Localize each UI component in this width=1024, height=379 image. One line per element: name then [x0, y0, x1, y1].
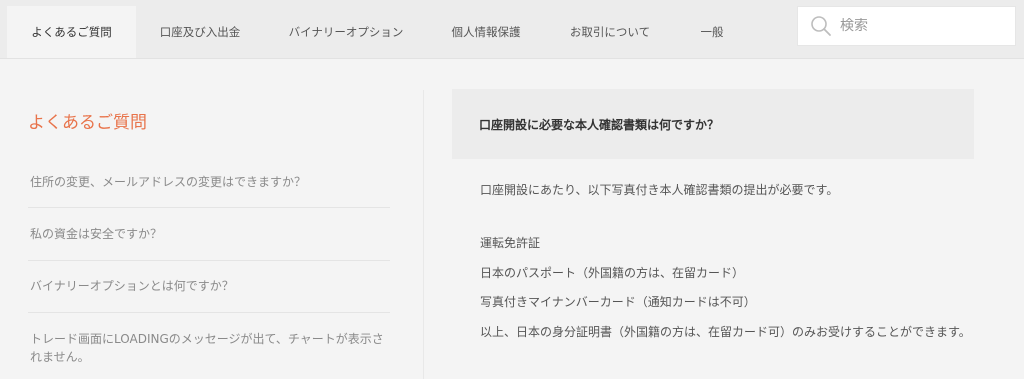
- tab-general[interactable]: 一般: [684, 6, 740, 58]
- tab-account-deposit[interactable]: 口座及び入出金: [148, 6, 252, 58]
- tab-trading[interactable]: お取引について: [556, 6, 664, 58]
- question-title: 口座開設に必要な本人確認書類は何ですか？: [479, 117, 720, 132]
- tab-label: お取引について: [569, 25, 651, 39]
- document-item: 写真付きマイナンバーカード（通知カードは不可）: [480, 295, 756, 309]
- page: よくあるご質問 口座及び入出金 バイナリーオプション 個人情報保護 お取引につい…: [0, 0, 1024, 379]
- faq-item-loading-chart[interactable]: トレード画面にLOADINGのメッセージが出て、チャートが表示されません。: [28, 330, 390, 366]
- question-header: 口座開設に必要な本人確認書類は何ですか？: [452, 89, 974, 159]
- divider: [28, 207, 390, 208]
- tab-binary-option[interactable]: バイナリーオプション: [270, 6, 422, 58]
- search-box[interactable]: [797, 6, 1016, 46]
- answer-intro: 口座開設にあたり、以下写真付き本人確認書類の提出が必要です。: [480, 183, 839, 197]
- faq-item-label: 私の資金は安全ですか？: [30, 227, 163, 241]
- sidebar-title: よくあるご質問: [28, 113, 147, 133]
- document-item: 日本のパスポート（外国籍の方は、在留カード）: [480, 266, 745, 280]
- search-icon: [811, 16, 831, 36]
- tab-faq[interactable]: よくあるご質問: [7, 6, 136, 58]
- faq-item-label: 住所の変更、メールアドレスの変更はできますか？: [30, 175, 307, 189]
- divider: [28, 260, 390, 261]
- document-item: 運転免許証: [480, 236, 541, 250]
- tab-label: 一般: [700, 25, 724, 39]
- answer-note: 以上、日本の身分証明書（外国籍の方は、在留カード可）のみお受けすることができます…: [480, 325, 971, 339]
- faq-item-label: バイナリーオプションとは何ですか？: [30, 279, 234, 293]
- faq-item-funds-safety[interactable]: 私の資金は安全ですか？: [28, 225, 390, 243]
- faq-item-label: トレード画面にLOADINGのメッセージが出て、チャートが表示されません。: [30, 332, 384, 364]
- top-navigation: よくあるご質問 口座及び入出金 バイナリーオプション 個人情報保護 お取引につい…: [0, 0, 1024, 59]
- divider: [28, 312, 390, 313]
- tab-label: 口座及び入出金: [159, 25, 241, 39]
- faq-item-address-change[interactable]: 住所の変更、メールアドレスの変更はできますか？: [28, 173, 390, 191]
- faq-item-binary-option[interactable]: バイナリーオプションとは何ですか？: [28, 277, 390, 295]
- tab-privacy[interactable]: 個人情報保護: [440, 6, 532, 58]
- tab-label: バイナリーオプション: [288, 25, 404, 39]
- search-input[interactable]: [840, 18, 990, 34]
- tab-label: よくあるご質問: [31, 25, 112, 39]
- tab-label: 個人情報保護: [451, 25, 521, 39]
- column-divider: [423, 90, 424, 379]
